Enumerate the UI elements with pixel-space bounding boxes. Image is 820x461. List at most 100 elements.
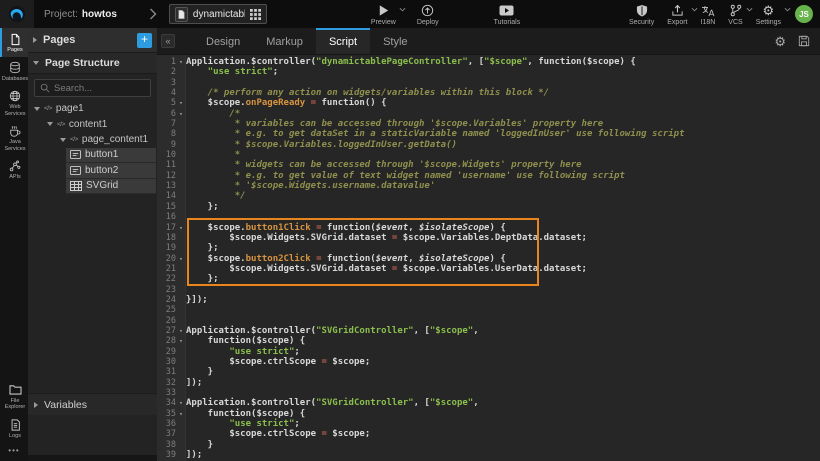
editor-tabs: DesignMarkupScriptStyle (193, 28, 421, 54)
line-number: 8 (157, 129, 176, 139)
sidebar-item-pages[interactable]: Pages (0, 28, 28, 57)
fold-gutter (176, 78, 186, 88)
rail-more-button[interactable]: ••• (0, 442, 28, 461)
fold-marker-icon[interactable]: ▾ (176, 326, 186, 336)
code-line: 37 $scope.ctrlScope = $scope; (157, 429, 820, 439)
translate-icon (701, 4, 715, 18)
code-text: "use strict"; (186, 67, 278, 77)
tutorials-button[interactable]: Tutorials (490, 0, 525, 28)
save-icon[interactable] (798, 35, 810, 47)
breadcrumb-chevron-icon (149, 8, 157, 20)
code-text: * widgets can be accessed through '$scop… (186, 160, 582, 170)
fold-marker-icon[interactable]: ▾ (176, 98, 186, 108)
search-box[interactable] (34, 79, 151, 97)
line-number: 18 (157, 233, 176, 243)
pages-panel-title: Pages (43, 34, 75, 46)
collapse-panel-button[interactable]: « (161, 34, 175, 48)
script-settings-gear-icon[interactable]: ⚙ (774, 35, 786, 48)
variables-header[interactable]: Variables (28, 393, 157, 415)
fold-marker-icon[interactable]: ▾ (176, 109, 186, 119)
shield-icon (636, 4, 648, 18)
preview-button[interactable]: Preview (367, 0, 400, 28)
fold-gutter (176, 450, 186, 460)
fold-marker-icon[interactable]: ▾ (176, 398, 186, 408)
expanded-arrow-icon[interactable] (47, 122, 53, 126)
code-editor[interactable]: 1▾Application.$controller("dynamictableP… (157, 55, 820, 461)
tab-design[interactable]: Design (193, 28, 253, 54)
tree-item-SVGrid[interactable]: SVGrid (28, 179, 157, 195)
project-name: howtos (82, 9, 117, 20)
widget-card[interactable]: button2 (66, 163, 156, 179)
action-label: Tutorials (494, 19, 521, 26)
settings-button[interactable]: ⚙Settings (752, 0, 785, 28)
search-input[interactable] (54, 83, 145, 94)
rail-item-label: Pages (7, 47, 23, 54)
code-text: */ (186, 191, 246, 201)
sidebar-item-logs[interactable]: Logs (0, 414, 28, 443)
app-logo[interactable] (0, 0, 34, 28)
pages-panel-header[interactable]: Pages + (28, 28, 157, 52)
add-page-button[interactable]: + (137, 33, 152, 48)
code-text: Application.$controller("SVGridControlle… (186, 398, 479, 408)
line-number: 39 (157, 450, 176, 460)
page-selector[interactable]: dynamictable (169, 4, 267, 24)
sidebar-item-file-explorer[interactable]: File Explorer (0, 379, 28, 414)
line-number: 1 (157, 57, 176, 67)
branch-icon (730, 4, 742, 18)
vcs-button[interactable]: VCS (724, 0, 746, 28)
code-line: 32]); (157, 378, 820, 388)
fold-marker-icon[interactable]: ▾ (176, 57, 186, 67)
tree-item-content1[interactable]: </>content1 (28, 117, 157, 133)
page-structure-header[interactable]: Page Structure (28, 52, 157, 74)
grid-menu-icon[interactable] (250, 9, 261, 20)
fold-marker-icon[interactable]: ▾ (176, 254, 186, 264)
line-number: 22 (157, 274, 176, 284)
widget-card[interactable]: button1 (66, 148, 156, 164)
rail-item-label: Logs (9, 433, 21, 440)
fold-marker-icon[interactable]: ▾ (176, 223, 186, 233)
code-line: 22 }; (157, 274, 820, 284)
tree-item-button1[interactable]: button1 (28, 148, 157, 164)
fold-marker-icon[interactable]: ▾ (176, 336, 186, 346)
tab-markup[interactable]: Markup (253, 28, 316, 54)
fold-gutter (176, 378, 186, 388)
code-line: 10 * (157, 150, 820, 160)
security-button[interactable]: Security (625, 0, 658, 28)
line-number: 19 (157, 243, 176, 253)
code-line: 36 "use strict"; (157, 419, 820, 429)
editor-tab-bar: « DesignMarkupScriptStyle ⚙ (157, 28, 820, 55)
widget-card[interactable]: SVGrid (66, 179, 156, 195)
sidebar-item-apis[interactable]: APIs (0, 155, 28, 184)
tree-item-page_content1[interactable]: </>page_content1 (28, 132, 157, 148)
line-number: 29 (157, 347, 176, 357)
code-line: 18 $scope.Widgets.SVGrid.dataset = $scop… (157, 233, 820, 243)
tree-item-button2[interactable]: button2 (28, 163, 157, 179)
code-line: 25 (157, 305, 820, 315)
tree-item-page1[interactable]: </>page1 (28, 101, 157, 117)
action-label: Security (629, 19, 654, 26)
code-text: $scope.button1Click = function($event, $… (186, 223, 506, 233)
tab-style[interactable]: Style (370, 28, 420, 54)
deploy-button[interactable]: Deploy (413, 0, 443, 28)
action-label: Deploy (417, 19, 439, 26)
line-number: 15 (157, 202, 176, 212)
fold-gutter (176, 67, 186, 77)
sidebar-item-java-services[interactable]: Java Services (0, 120, 28, 155)
fold-gutter (176, 233, 186, 243)
export-button[interactable]: Export (663, 0, 691, 28)
fold-gutter (176, 140, 186, 150)
tab-script[interactable]: Script (316, 28, 370, 54)
expanded-arrow-icon[interactable] (34, 107, 40, 111)
databases-icon (9, 61, 21, 75)
expanded-arrow-icon[interactable] (60, 138, 66, 142)
i18n-button[interactable]: I18N (697, 0, 720, 28)
user-avatar[interactable]: JS (795, 5, 813, 23)
sidebar-item-web-services[interactable]: Web Services (0, 85, 28, 120)
code-text: }; (186, 243, 219, 253)
fold-marker-icon[interactable]: ▾ (176, 409, 186, 419)
sidebar-item-databases[interactable]: Databases (0, 57, 28, 86)
line-number: 13 (157, 181, 176, 191)
code-text: $scope.Widgets.SVGrid.dataset = $scope.V… (186, 233, 587, 243)
editor-area: « DesignMarkupScriptStyle ⚙ 1▾Applicatio… (157, 28, 820, 461)
code-text: * e.g. to get value of text widget named… (186, 171, 625, 181)
